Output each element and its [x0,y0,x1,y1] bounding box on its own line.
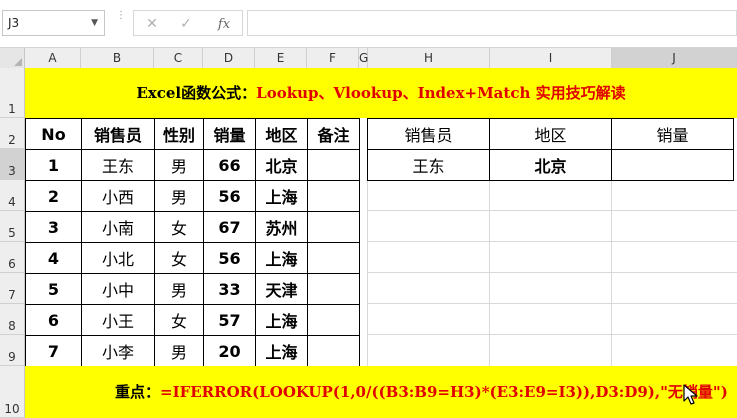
column-header-d[interactable]: D [203,48,255,68]
grid-line [368,334,737,335]
table-cell[interactable]: 20 [203,335,256,367]
title-banner: Excel函数公式：Lookup、Vlookup、Index+Match 实用技… [25,68,737,118]
table-cell[interactable] [307,242,360,274]
grid-line [368,303,737,304]
table-cell[interactable]: 北京 [255,149,308,181]
table-cell[interactable]: 天津 [255,273,308,305]
table-cell[interactable] [307,149,360,181]
formula-input[interactable] [247,10,737,36]
table-cell[interactable]: 小北 [81,242,155,274]
table-cell[interactable]: 33 [203,273,256,305]
row-header-1[interactable]: 1 [0,68,25,118]
row-header-6[interactable]: 6 [0,242,25,273]
table-cell[interactable] [307,304,360,336]
table-cell[interactable]: 上海 [255,304,308,336]
insert-function-icon[interactable]: fx [214,15,234,33]
column-header-f[interactable]: F [307,48,359,68]
table-cell[interactable]: 女 [154,304,204,336]
row-header-8[interactable]: 8 [0,304,25,335]
row-header-10[interactable]: 10 [0,366,25,418]
table-cell[interactable]: 小西 [81,180,155,212]
column-header-b[interactable]: B [81,48,154,68]
column-header-i[interactable]: I [490,48,612,68]
table-header-cell[interactable]: 地区 [255,118,308,150]
title-prefix: Excel函数公式： [136,84,257,102]
lookup-header-cell[interactable]: 地区 [489,118,612,150]
table-header-cell[interactable]: 备注 [307,118,360,150]
table-cell[interactable]: 56 [203,242,256,274]
table-cell[interactable]: 6 [25,304,82,336]
table-cell[interactable] [307,273,360,305]
cancel-icon[interactable]: ✕ [142,15,162,33]
column-header-a[interactable]: A [25,48,81,68]
table-cell[interactable]: 小南 [81,211,155,243]
note-banner: 重点：=IFERROR(LOOKUP(1,0/((B3:B9=H3)*(E3:E… [25,366,737,418]
table-cell[interactable]: 2 [25,180,82,212]
table-cell[interactable]: 女 [154,242,204,274]
note-label: 重点： [115,383,161,401]
column-header-c[interactable]: C [154,48,203,68]
select-all-corner[interactable] [0,48,25,68]
table-cell[interactable]: 4 [25,242,82,274]
column-header-j[interactable]: J [612,48,737,68]
table-header-cell[interactable]: 性别 [154,118,204,150]
table-cell[interactable]: 上海 [255,180,308,212]
table-cell[interactable]: 66 [203,149,256,181]
table-cell[interactable]: 男 [154,180,204,212]
table-cell[interactable]: 小中 [81,273,155,305]
table-cell[interactable]: 3 [25,211,82,243]
column-header-e[interactable]: E [255,48,307,68]
lookup-header-cell[interactable]: 销量 [611,118,734,150]
table-cell[interactable]: 男 [154,149,204,181]
lookup-value-cell[interactable]: 北京 [489,149,612,181]
note-formula: =IFERROR(LOOKUP(1,0/((B3:B9=H3)*(E3:E9=I… [160,383,728,401]
table-cell[interactable]: 女 [154,211,204,243]
table-cell[interactable]: 56 [203,180,256,212]
table-cell[interactable]: 小王 [81,304,155,336]
table-cell[interactable] [307,335,360,367]
table-cell[interactable]: 上海 [255,335,308,367]
table-cell[interactable] [307,211,360,243]
table-cell[interactable]: 5 [25,273,82,305]
row-header-7[interactable]: 7 [0,273,25,304]
table-cell[interactable]: 上海 [255,242,308,274]
row-header-5[interactable]: 5 [0,211,25,242]
more-options-icon[interactable]: ⋮ [116,11,126,34]
name-box[interactable]: J3 ▼ [2,10,105,36]
table-cell[interactable]: 1 [25,149,82,181]
row-header-3[interactable]: 3 [0,149,25,180]
table-cell[interactable]: 王东 [81,149,155,181]
grid-line [368,272,737,273]
selected-cell-j3[interactable] [611,149,734,181]
table-cell[interactable]: 男 [154,335,204,367]
table-cell[interactable] [307,180,360,212]
column-header-h[interactable]: H [368,48,490,68]
row-header-2[interactable]: 2 [0,118,25,149]
chevron-down-icon[interactable]: ▼ [91,11,98,35]
title-highlight: Lookup、Vlookup、Index+Match 实用技巧解读 [256,84,626,102]
table-cell[interactable]: 7 [25,335,82,367]
lookup-value-cell[interactable]: 王东 [367,149,490,181]
table-header-cell[interactable]: 销售员 [81,118,155,150]
name-box-value: J3 [8,16,20,30]
row-header-4[interactable]: 4 [0,180,25,211]
row-header-9[interactable]: 9 [0,335,25,366]
formula-buttons: ✕ ✓ fx [133,10,243,36]
table-cell[interactable]: 苏州 [255,211,308,243]
enter-icon[interactable]: ✓ [176,15,196,33]
grid-line [368,210,737,211]
table-header-cell[interactable]: No [25,118,82,150]
table-cell[interactable]: 男 [154,273,204,305]
mouse-cursor-icon [683,384,698,405]
table-cell[interactable]: 57 [203,304,256,336]
grid-line [368,241,737,242]
table-cell[interactable]: 67 [203,211,256,243]
table-cell[interactable]: 小李 [81,335,155,367]
table-header-cell[interactable]: 销量 [203,118,256,150]
lookup-header-cell[interactable]: 销售员 [367,118,490,150]
column-header-g[interactable]: G [359,48,368,68]
